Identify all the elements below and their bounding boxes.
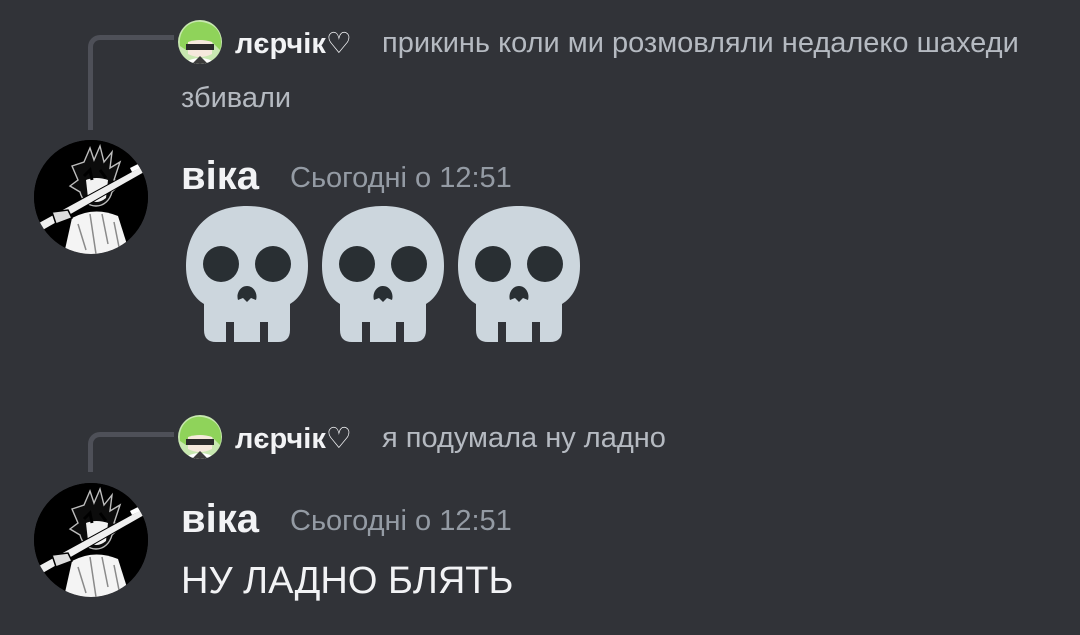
author-avatar[interactable]	[34, 483, 148, 597]
skull-icon[interactable]	[186, 206, 308, 342]
message-text: НУ ЛАДНО БЛЯТЬ	[181, 560, 514, 602]
skull-icon[interactable]	[458, 206, 580, 342]
message-group[interactable]: лєрчік♡ прикинь коли ми розмовляли недал…	[0, 0, 1080, 360]
message-timestamp[interactable]: Сьогодні о 12:51	[290, 505, 512, 538]
reply-preview-text[interactable]: прикинь коли ми розмовляли недалеко шахе…	[181, 16, 1041, 126]
author-avatar[interactable]	[34, 140, 148, 254]
author-name[interactable]: віка	[181, 497, 259, 542]
message-group[interactable]: лєрчік♡ я подумала ну ладно віка Сьогодн…	[0, 400, 1080, 635]
reply-author-avatar[interactable]	[178, 415, 222, 459]
chat-message-list: лєрчік♡ прикинь коли ми розмовляли недал…	[0, 0, 1080, 635]
reply-preview-text[interactable]: я подумала ну ладно	[382, 411, 666, 466]
reply-connector	[88, 432, 174, 472]
reply-author-name[interactable]: лєрчік♡	[235, 421, 352, 456]
message-timestamp[interactable]: Сьогодні о 12:51	[290, 162, 512, 195]
author-name[interactable]: віка	[181, 154, 259, 199]
message-emoji-content	[186, 206, 580, 342]
skull-icon[interactable]	[322, 206, 444, 342]
reply-connector	[88, 35, 174, 130]
